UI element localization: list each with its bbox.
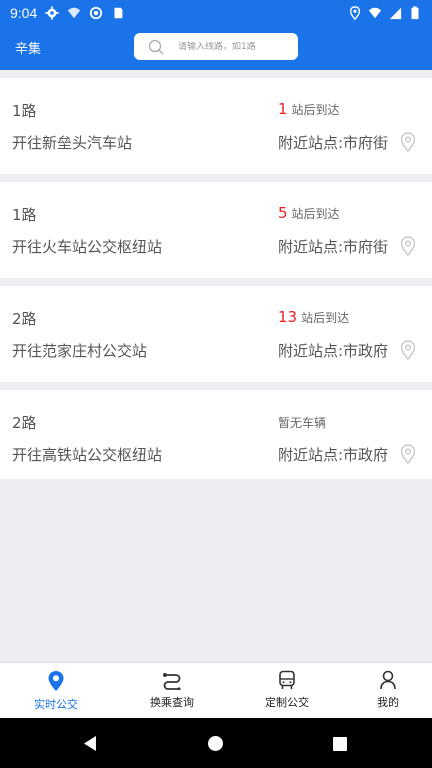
route-destination: 开往新垒头汽车站 — [12, 134, 133, 152]
arrival-stops-count: 13 — [278, 308, 298, 326]
location-pin-icon[interactable] — [400, 340, 416, 360]
route-name: 2路 — [12, 310, 37, 328]
route-destination: 开往范家庄村公交站 — [12, 342, 148, 360]
route-destination: 开往高铁站公交枢纽站 — [12, 446, 163, 464]
location-pin-icon[interactable] — [400, 236, 416, 256]
location-status-icon — [349, 5, 361, 20]
nav-item-realtime-bus[interactable]: 实时公交 — [2, 663, 110, 719]
arrival-suffix: 站后到达 — [291, 207, 340, 221]
status-bar: 9:04 — [0, 0, 432, 25]
settings-gear-icon — [45, 5, 59, 20]
route-name: 1路 — [12, 102, 37, 120]
status-time: 9:04 — [10, 4, 38, 21]
arrival-suffix: 站后到达 — [301, 311, 350, 325]
status-right-icons — [348, 5, 422, 20]
sd-card-icon — [114, 7, 123, 18]
route-card[interactable]: 1路 开往新垒头汽车站 1 站后到达 附近站点:市府街 — [0, 78, 432, 174]
nav-item-label: 换乘查询 — [150, 696, 194, 709]
route-card[interactable]: 1路 开往火车站公交枢纽站 5 站后到达 附近站点:市府街 — [0, 182, 432, 278]
route-card[interactable]: 2路 开往范家庄村公交站 13 站后到达 附近站点:市政府 — [0, 286, 432, 382]
location-pin-icon — [48, 671, 64, 691]
transfer-route-icon — [163, 673, 181, 690]
nav-item-label: 实时公交 — [34, 698, 78, 711]
nearby-stop: 附近站点:市府街 — [278, 134, 389, 152]
arrival-info: 13 站后到达 — [278, 308, 349, 326]
arrival-suffix: 站后到达 — [291, 103, 340, 117]
nearby-stop: 附近站点:市政府 — [278, 446, 389, 464]
nav-item-mine[interactable]: 我的 — [334, 663, 432, 719]
arrival-stops-count: 1 — [278, 100, 288, 118]
bottom-nav: 实时公交 换乘查询 定制公交 我的 — [0, 662, 432, 718]
route-name: 2路 — [12, 414, 37, 432]
person-icon — [380, 670, 396, 690]
back-icon[interactable] — [82, 735, 98, 752]
nearby-stop: 附近站点:市府街 — [278, 238, 389, 256]
data-saver-icon — [90, 6, 103, 19]
wifi-icon — [368, 7, 382, 18]
city-selector[interactable]: 辛集 — [15, 38, 115, 57]
wifi-question-icon — [68, 7, 81, 18]
battery-icon — [411, 5, 419, 19]
system-nav-bar — [0, 718, 432, 768]
signal-icon — [389, 7, 402, 19]
search-icon — [148, 39, 164, 54]
route-name: 1路 — [12, 206, 37, 224]
arrival-info: 5 站后到达 — [278, 204, 340, 222]
app-header: 辛集 — [0, 25, 432, 70]
bus-icon — [279, 670, 295, 689]
route-destination: 开往火车站公交枢纽站 — [12, 238, 163, 256]
nav-item-custom-bus[interactable]: 定制公交 — [233, 663, 341, 719]
location-pin-icon[interactable] — [400, 444, 416, 464]
nearby-stop: 附近站点:市政府 — [278, 342, 389, 360]
arrival-info: 1 站后到达 — [278, 100, 340, 118]
nav-item-label: 定制公交 — [265, 696, 309, 709]
arrival-stops-count: 5 — [278, 204, 288, 222]
recents-icon[interactable] — [332, 736, 348, 752]
home-icon[interactable] — [207, 735, 224, 752]
nav-item-label: 我的 — [377, 696, 399, 709]
no-bus-status: 暂无车辆 — [278, 416, 327, 430]
nav-item-transfer[interactable]: 换乘查询 — [118, 663, 226, 719]
search-input[interactable] — [178, 41, 288, 52]
status-left-icons — [45, 5, 125, 20]
search-box[interactable] — [134, 33, 298, 60]
location-pin-icon[interactable] — [400, 132, 416, 152]
route-card[interactable]: 2路 开往高铁站公交枢纽站 暂无车辆 附近站点:市政府 — [0, 390, 432, 479]
